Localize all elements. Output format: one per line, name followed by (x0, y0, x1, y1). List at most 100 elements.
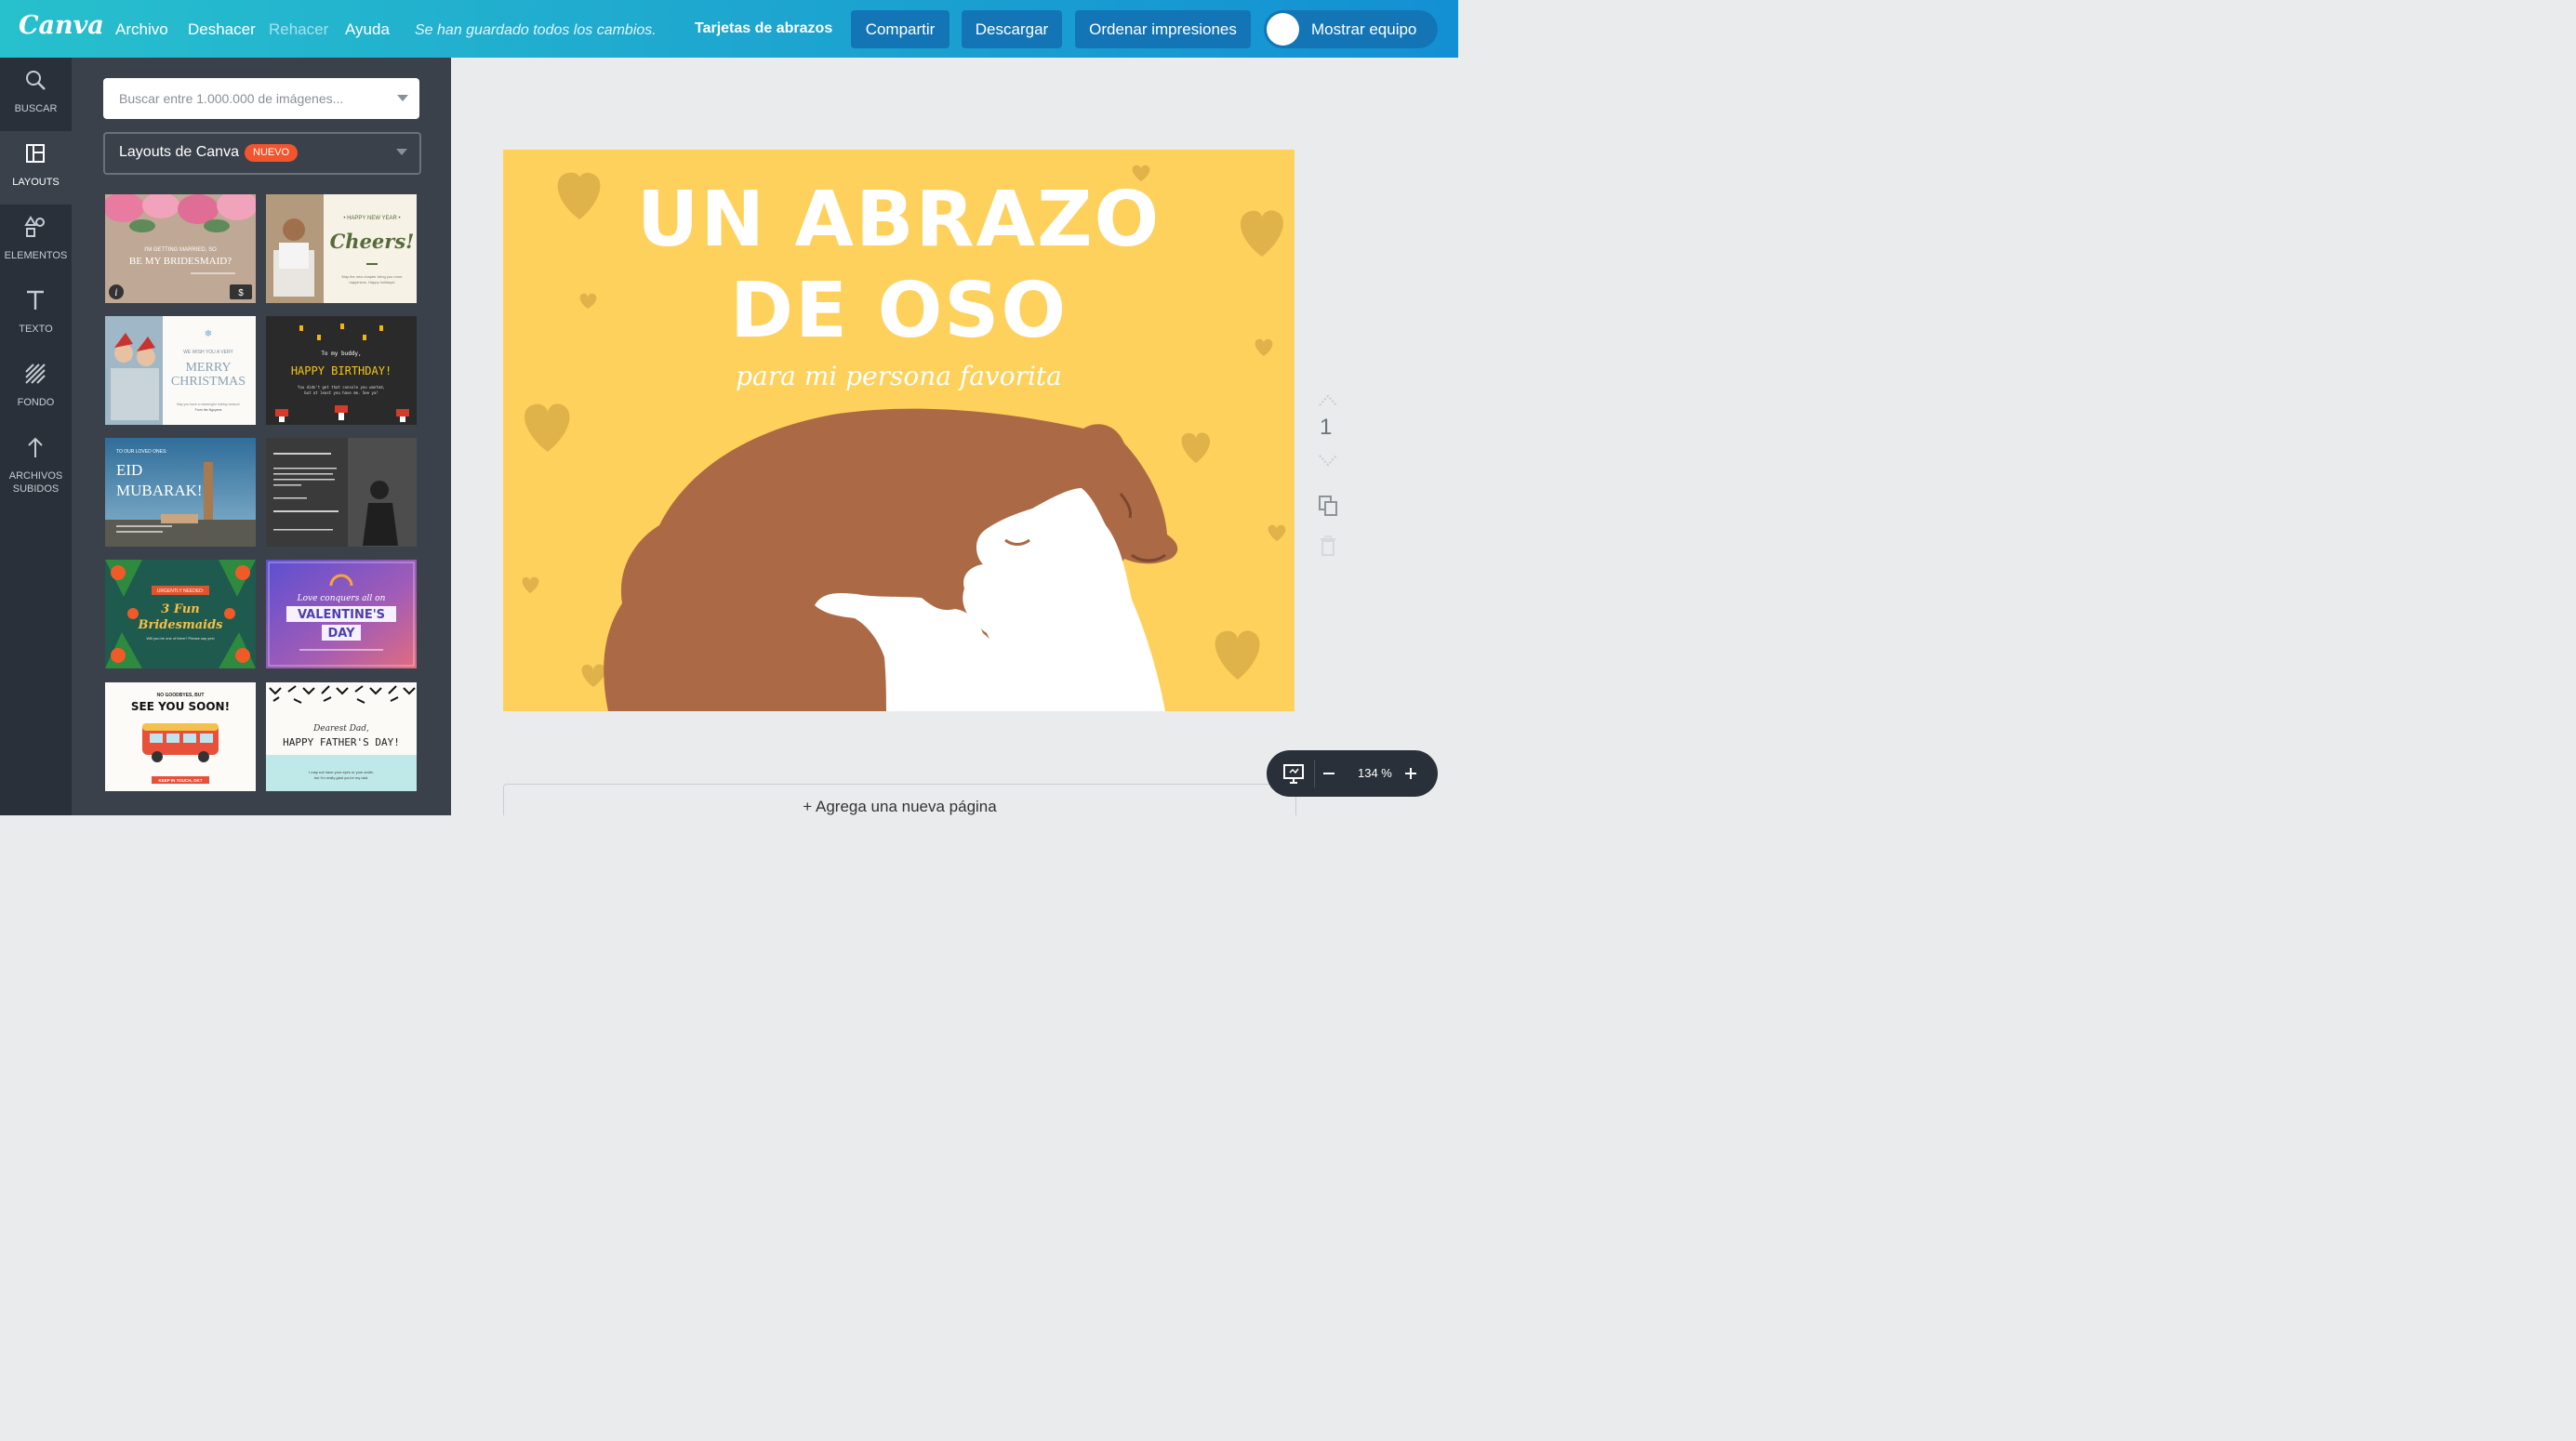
template-fun-bridesmaids[interactable]: URGENTLY NEEDED: 3 Fun Bridesmaids Will … (105, 560, 256, 668)
layouts-dropdown[interactable]: Layouts de Canva NUEVO (103, 132, 421, 175)
chevron-down-icon[interactable] (397, 95, 408, 101)
trash-icon[interactable] (1320, 535, 1336, 556)
page-number: 1 (1320, 415, 1333, 440)
rail-uploads[interactable]: ARCHIVOS SUBIDOS (0, 425, 72, 509)
download-button[interactable]: Descargar (962, 10, 1062, 48)
zoom-control: 134 % (1267, 750, 1438, 797)
rail-elements-label: ELEMENTOS (4, 250, 68, 261)
chevron-down-icon[interactable] (396, 149, 407, 155)
price-icon[interactable]: $ (238, 288, 244, 298)
chevron-down-icon[interactable] (1318, 452, 1338, 470)
template-text: CHRISTMAS (171, 375, 246, 389)
template-sympathy[interactable] (266, 438, 417, 547)
menu-rehacer[interactable]: Rehacer (269, 20, 328, 39)
template-valentine[interactable]: Love conquers all on VALENTINE'S DAY (266, 560, 417, 668)
template-text: but at least you have me. See ya! (304, 390, 378, 395)
template-text: MERRY (185, 361, 231, 375)
side-rail: BUSCAR LAYOUTS ELEMENTOS TEXTO FONDO ARC… (0, 58, 72, 815)
template-new-year[interactable]: • HAPPY NEW YEAR • Cheers! May the new c… (266, 194, 417, 303)
template-text: To my buddy, (321, 350, 361, 357)
rail-uploads-label: ARCHIVOS (8, 470, 63, 482)
search-icon (26, 71, 46, 90)
template-text: but I'm really glad you're my dad. (314, 775, 368, 780)
menu-archivo[interactable]: Archivo (115, 20, 168, 39)
template-fun-bridesmaids-art: URGENTLY NEEDED: 3 Fun Bridesmaids Will … (105, 560, 256, 668)
template-text: happiness. Happy holidays! (350, 280, 395, 284)
rail-text[interactable]: TEXTO (0, 278, 72, 351)
rail-elements[interactable]: ELEMENTOS (0, 205, 72, 278)
template-bridesmaid-art: I'M GETTING MARRIED, SO BE MY BRIDESMAID… (105, 194, 256, 303)
template-bridesmaid[interactable]: I'M GETTING MARRIED, SO BE MY BRIDESMAID… (105, 194, 256, 303)
share-button[interactable]: Compartir (851, 10, 949, 48)
elements-icon (24, 216, 45, 237)
zoom-out-icon[interactable] (1322, 768, 1335, 779)
template-text: Dearest Dad, (312, 724, 369, 734)
search-placeholder: Buscar entre 1.000.000 de imágenes... (119, 91, 344, 106)
snowflake-icon: ❄ (205, 329, 212, 339)
rail-background-label: FONDO (17, 397, 55, 408)
document-title[interactable]: Tarjetas de abrazos (695, 20, 832, 37)
chevron-up-icon[interactable] (1318, 390, 1338, 409)
template-see-you-soon[interactable]: NO GOODBYES, BUT SEE YOU SOON! KEEP IN T… (105, 682, 256, 791)
template-text: WE WISH YOU A VERY (183, 350, 233, 355)
rail-text-label: TEXTO (19, 324, 53, 335)
template-text: KEEP IN TOUCH, OK? (158, 778, 202, 783)
template-text: DAY (327, 627, 355, 641)
card-title-line-2[interactable]: DE OSO (503, 269, 1295, 354)
template-text: Love conquers all on (297, 594, 386, 603)
info-icon[interactable]: i (114, 288, 117, 298)
menu-deshacer[interactable]: Deshacer (188, 20, 256, 39)
template-text: NO GOODBYES, BUT (157, 693, 205, 698)
template-text: From the Nguyens (195, 408, 222, 412)
template-valentine-art: Love conquers all on VALENTINE'S DAY (266, 560, 417, 668)
design-canvas[interactable]: UN ABRAZO DE OSO para mi persona favorit… (503, 150, 1295, 711)
zoom-in-icon[interactable] (1404, 767, 1417, 780)
menu-ayuda[interactable]: Ayuda (345, 20, 390, 39)
template-text: Will you be one of them? Please say yes! (146, 636, 214, 641)
rail-uploads-label-2: SUBIDOS (12, 483, 60, 495)
template-text: URGENTLY NEEDED: (157, 588, 204, 594)
template-text: Cheers! (330, 230, 415, 253)
duplicate-page-icon[interactable] (1318, 495, 1338, 517)
rail-layouts[interactable]: LAYOUTS (0, 131, 72, 205)
presentation-icon[interactable] (1282, 762, 1305, 785)
rail-search[interactable]: BUSCAR (0, 58, 72, 131)
template-text: May the new chapter bring you more (342, 274, 404, 279)
template-text: I'M GETTING MARRIED, SO (144, 247, 217, 253)
rail-background[interactable]: FONDO (0, 351, 72, 425)
template-fathers-day-art: Dearest Dad, HAPPY FATHER'S DAY! I may n… (266, 682, 417, 791)
zoom-level[interactable]: 134 % (1358, 766, 1392, 780)
layouts-dropdown-label: Layouts de Canva (119, 144, 239, 160)
add-page-label: + Agrega una nueva página (803, 798, 997, 815)
template-christmas[interactable]: ❄ WE WISH YOU A VERY MERRY CHRISTMAS May… (105, 316, 256, 425)
layouts-icon (26, 144, 45, 163)
card-title-line-1[interactable]: UN ABRAZO (503, 178, 1295, 263)
template-text: May you have a meaningful holiday season… (177, 403, 240, 406)
add-page-button[interactable]: + Agrega una nueva página (503, 784, 1296, 815)
card-subtitle[interactable]: para mi persona favorita (503, 361, 1295, 391)
template-fathers-day[interactable]: Dearest Dad, HAPPY FATHER'S DAY! I may n… (266, 682, 417, 791)
template-eid[interactable]: TO OUR LOVED ONES: EID MUBARAK! (105, 438, 256, 547)
template-text: You didn't get that console you wanted, (298, 385, 385, 390)
top-bar: Canva Archivo Deshacer Rehacer Ayuda Se … (0, 0, 1458, 58)
template-see-you-soon-art: NO GOODBYES, BUT SEE YOU SOON! KEEP IN T… (105, 682, 256, 791)
template-sympathy-art (266, 438, 417, 547)
template-text: SEE YOU SOON! (131, 700, 230, 713)
template-new-year-art: • HAPPY NEW YEAR • Cheers! May the new c… (266, 194, 417, 303)
team-avatar (1267, 13, 1299, 46)
image-search-input[interactable]: Buscar entre 1.000.000 de imágenes... (103, 78, 419, 119)
template-text: Bridesmaids (138, 618, 224, 632)
rail-search-label: BUSCAR (14, 103, 58, 114)
show-team-button[interactable]: Mostrar equipo (1264, 10, 1438, 48)
canva-logo[interactable]: Canva (19, 11, 104, 40)
template-eid-art: TO OUR LOVED ONES: EID MUBARAK! (105, 438, 256, 547)
template-birthday-art: To my buddy, HAPPY BIRTHDAY! You didn't … (266, 316, 417, 425)
template-text: TO OUR LOVED ONES: (116, 449, 167, 455)
template-text: 3 Fun (161, 602, 199, 616)
text-icon (27, 290, 44, 310)
template-birthday[interactable]: To my buddy, HAPPY BIRTHDAY! You didn't … (266, 316, 417, 425)
template-text: I may not have your eyes or your smile, (309, 770, 374, 774)
template-text: VALENTINE'S (298, 608, 385, 622)
template-text: BE MY BRIDESMAID? (129, 256, 232, 267)
order-prints-button[interactable]: Ordenar impresiones (1075, 10, 1251, 48)
